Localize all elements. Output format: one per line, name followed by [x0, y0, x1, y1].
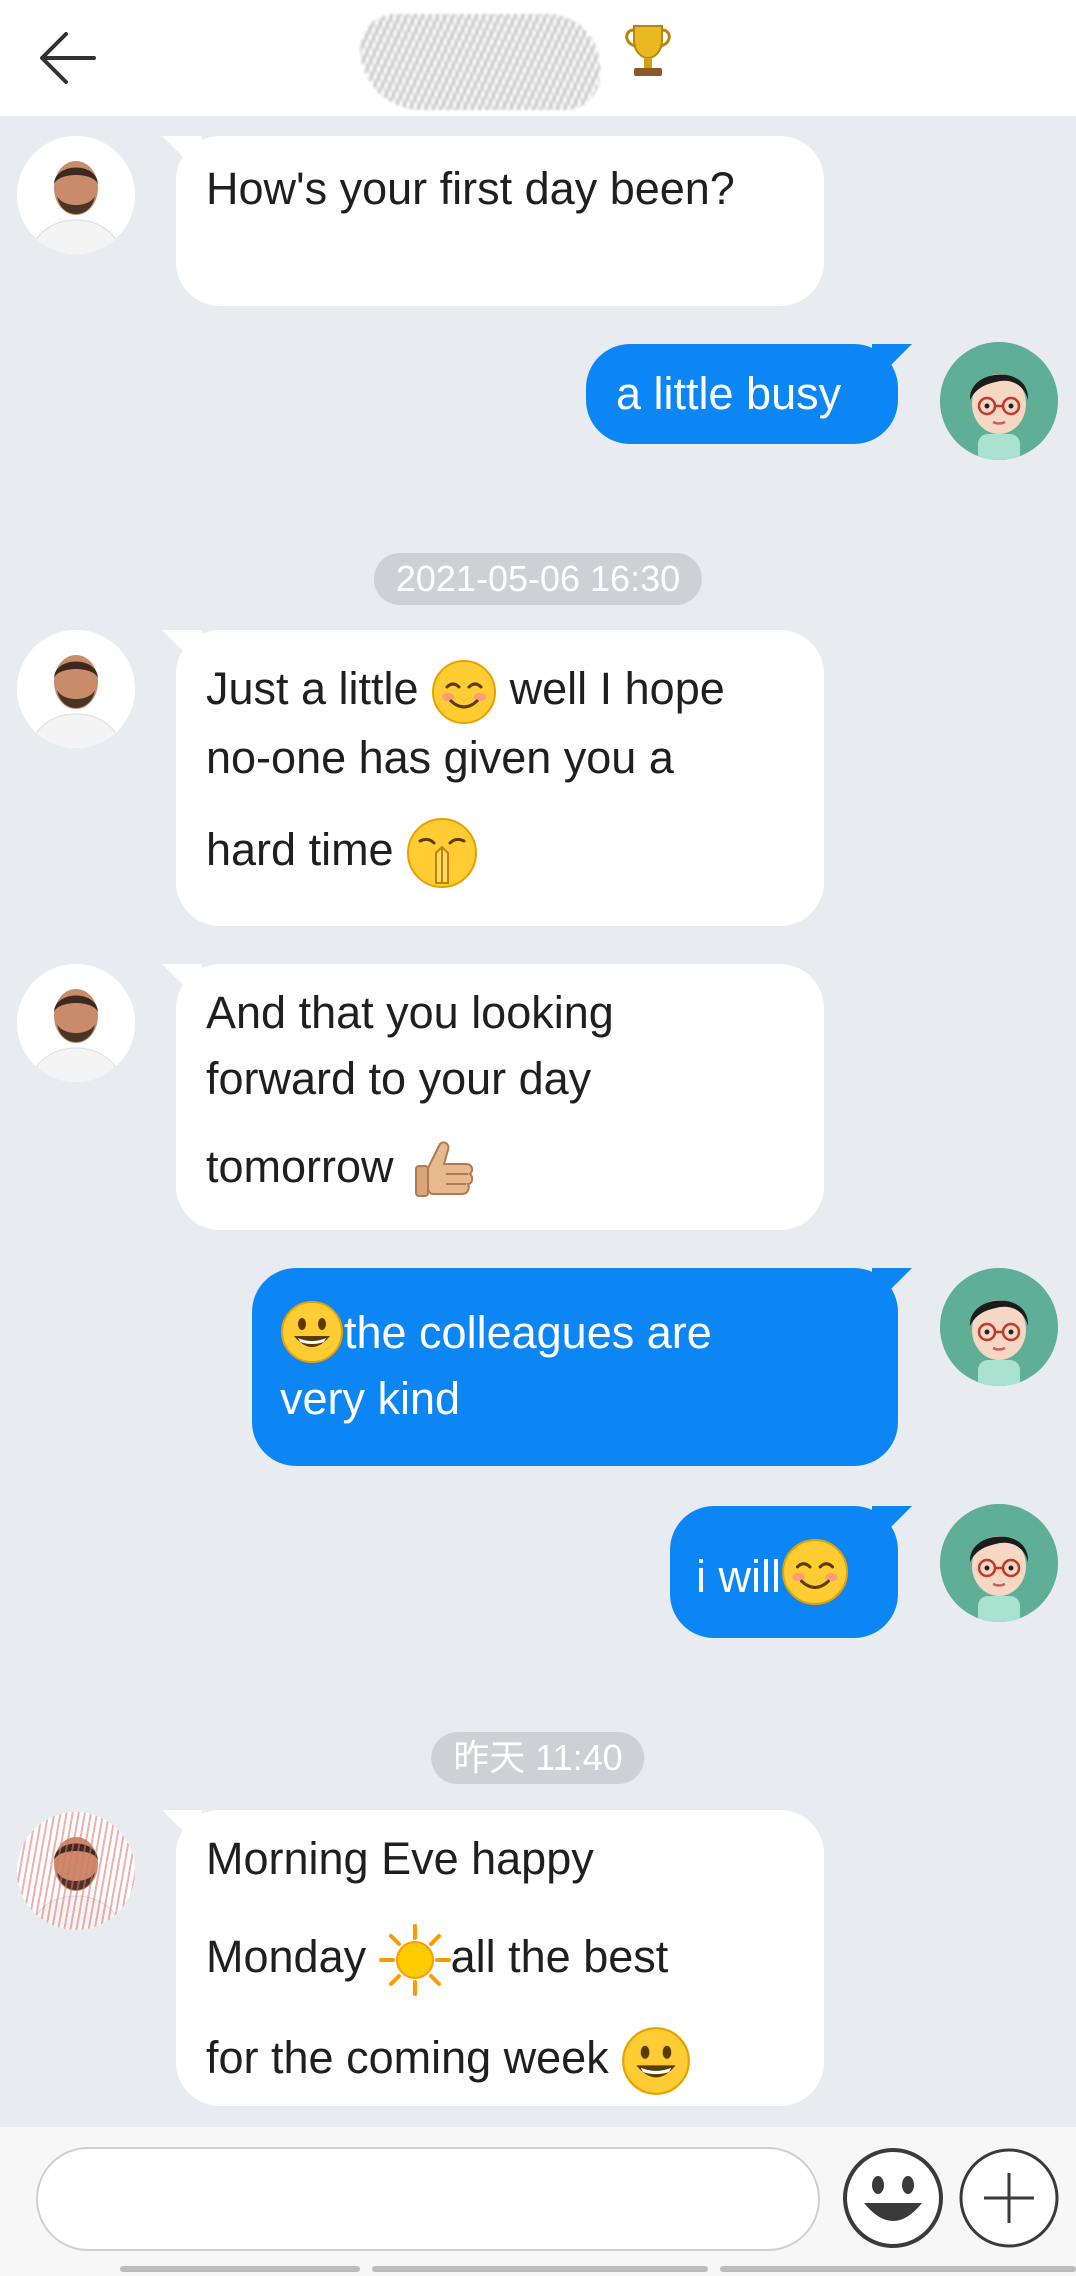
my-avatar[interactable] [940, 1268, 1058, 1386]
message-line: no-one has given you a [206, 725, 794, 791]
message-bubble-incoming[interactable]: And that you looking forward to your day… [176, 964, 824, 1230]
grinning-emoji [281, 1301, 343, 1363]
message-text: the colleagues are [344, 1307, 712, 1358]
message-bubble-incoming[interactable]: How's your first day been? [176, 136, 824, 306]
message-text: i will [696, 1551, 781, 1602]
message-text: well I hope [509, 663, 725, 714]
arrow-left-icon [40, 32, 96, 84]
chat-header [0, 0, 1076, 116]
scroll-indicator [720, 2266, 1076, 2272]
contact-avatar[interactable] [17, 630, 135, 748]
smiling-blush-emoji [432, 660, 497, 725]
message-line: hard time [206, 817, 794, 889]
message-line: for the coming week [206, 2026, 794, 2096]
trophy-icon [625, 25, 671, 76]
message-line: very kind [280, 1366, 870, 1432]
message-text: for the coming week [206, 2031, 609, 2083]
message-text: How's your first day been? [206, 163, 735, 214]
scroll-indicator [372, 2266, 708, 2272]
message-text: a little busy [616, 368, 842, 419]
my-avatar[interactable] [940, 1504, 1058, 1622]
cartoon-boy-avatar-icon [940, 342, 1058, 460]
add-attachment-button[interactable] [956, 2145, 1062, 2251]
scroll-indicator [120, 2266, 360, 2272]
thumbs-up-emoji [415, 1141, 474, 1198]
emoji-button[interactable] [840, 2145, 946, 2251]
message-text: Morning Eve happy [206, 1833, 594, 1884]
contact-avatar[interactable] [17, 964, 135, 1082]
message-bubble-outgoing[interactable]: a little busy [586, 344, 898, 444]
message-line: forward to your day [206, 1046, 794, 1112]
message-line: the colleagues are [280, 1300, 870, 1366]
message-text: forward to your day [206, 1053, 592, 1104]
plus-icon [959, 2148, 1059, 2248]
message-text: very kind [280, 1373, 461, 1424]
message-line: tomorrow [206, 1134, 794, 1206]
cartoon-boy-avatar-icon [940, 1504, 1058, 1622]
message-input[interactable] [36, 2147, 820, 2251]
message-text: Monday [206, 1930, 367, 1982]
message-bubble-outgoing[interactable]: the colleagues are very kind [252, 1268, 898, 1466]
timestamp-divider: 昨天 11:40 [431, 1732, 645, 1784]
message-text: Just a little [206, 663, 419, 714]
hands-together-emoji [407, 818, 478, 889]
message-line: Monday all the best [206, 1924, 794, 1996]
message-text: And that you looking [206, 987, 614, 1038]
man-portrait-icon [17, 136, 135, 254]
message-text: no-one has given you a [206, 732, 674, 784]
grinning-emoji [622, 2027, 691, 2095]
contact-avatar[interactable] [17, 136, 135, 254]
man-portrait-icon [17, 630, 135, 748]
message-bubble-outgoing[interactable]: i will [670, 1506, 898, 1638]
message-text: hard time [206, 824, 394, 876]
sun-emoji [378, 1924, 451, 1996]
message-bubble-incoming[interactable]: Just a little well I hope no-one has giv… [176, 630, 824, 926]
smiling-blush-emoji [782, 1539, 848, 1605]
cartoon-boy-avatar-icon [940, 1268, 1058, 1386]
message-line: Just a little well I hope [206, 656, 794, 725]
contact-name-redacted[interactable] [360, 14, 600, 110]
message-text: tomorrow [206, 1141, 394, 1192]
message-text: all the best [450, 1930, 669, 1982]
message-line: And that you looking [206, 980, 794, 1046]
my-avatar[interactable] [940, 342, 1058, 460]
message-bubble-incoming[interactable]: Morning Eve happy Monday all the best fo… [176, 1810, 824, 2106]
man-portrait-icon [17, 1812, 135, 1930]
contact-avatar[interactable] [17, 1812, 135, 1930]
man-portrait-icon [17, 964, 135, 1082]
smiley-face-icon [843, 2148, 943, 2248]
message-line: Morning Eve happy [206, 1828, 794, 1890]
back-button[interactable] [28, 18, 108, 98]
timestamp-divider: 2021-05-06 16:30 [373, 553, 703, 605]
message-input-bar [0, 2127, 1076, 2276]
